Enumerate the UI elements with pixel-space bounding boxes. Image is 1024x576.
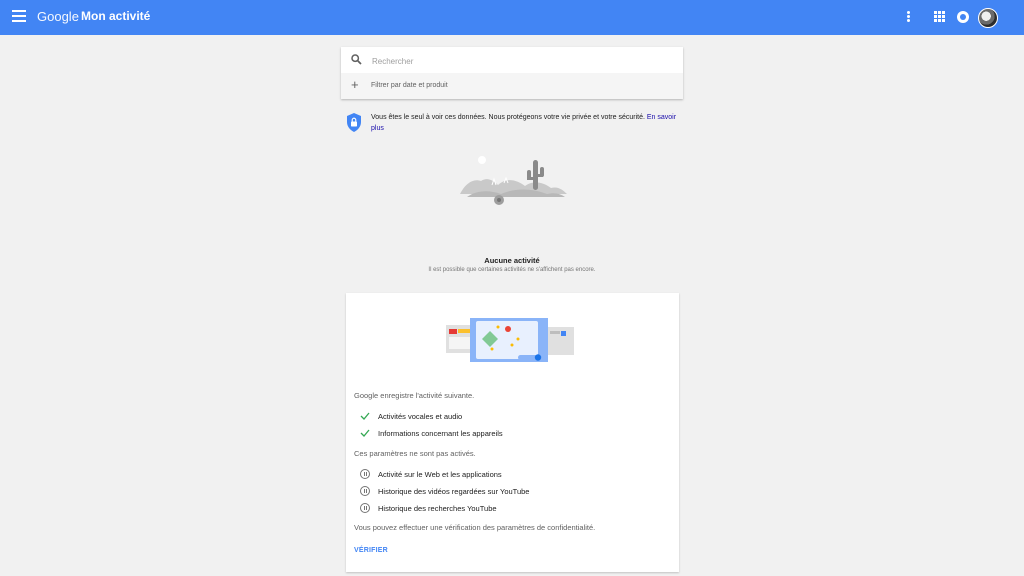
app-bar: Google Mon activité: [0, 0, 1024, 35]
pause-icon: [360, 486, 370, 496]
empty-state-subtitle: Il est possible que certaines activités …: [428, 267, 596, 273]
privacy-message: Vous êtes le seul à voir ces données. No…: [371, 114, 645, 121]
setting-label: Informations concernant les appareils: [378, 429, 503, 438]
add-icon: +: [351, 77, 359, 92]
empty-state-title: Aucune activité: [484, 256, 540, 265]
check-icon: [360, 412, 370, 420]
setting-label: Historique des vidéos regardées sur YouT…: [378, 487, 530, 496]
search-card: + Filtrer par date et produit: [341, 47, 683, 99]
disabled-setting-item: Historique des recherches YouTube: [354, 503, 674, 515]
desert-illustration: [460, 156, 567, 205]
verify-button[interactable]: VÉRIFIER: [354, 547, 388, 554]
google-logo[interactable]: Google: [37, 9, 79, 24]
menu-icon[interactable]: [12, 10, 26, 24]
privacy-text: Vous êtes le seul à voir ces données. No…: [371, 112, 683, 134]
activity-settings-card: Google enregistre l'activité suivante. A…: [346, 293, 679, 572]
pause-icon: [360, 503, 370, 513]
disabled-settings-intro: Ces paramètres ne sont pas activés.: [354, 449, 476, 458]
setting-label: Activités vocales et audio: [378, 412, 463, 421]
enabled-setting-item: Activités vocales et audio: [354, 411, 674, 423]
search-row: [341, 47, 683, 73]
filter-label: Filtrer par date et produit: [371, 82, 448, 89]
more-vert-icon[interactable]: [906, 11, 912, 25]
disabled-setting-item: Activité sur le Web et les applications: [354, 469, 674, 481]
notifications-icon[interactable]: [957, 11, 969, 23]
enabled-setting-item: Informations concernant les appareils: [354, 428, 674, 440]
filter-by-date-product[interactable]: + Filtrer par date et produit: [341, 73, 683, 99]
shield-lock-icon: [347, 113, 361, 132]
pause-icon: [360, 469, 370, 479]
page-title[interactable]: Mon activité: [81, 9, 150, 23]
activity-controls-illustration: [446, 318, 574, 362]
apps-icon[interactable]: [934, 11, 946, 23]
search-input[interactable]: [370, 52, 674, 70]
search-icon[interactable]: [351, 54, 362, 65]
setting-label: Activité sur le Web et les applications: [378, 470, 502, 479]
avatar[interactable]: [978, 8, 998, 28]
enabled-settings-intro: Google enregistre l'activité suivante.: [354, 391, 475, 400]
check-icon: [360, 429, 370, 437]
privacy-checkup-text: Vous pouvez effectuer une vérification d…: [354, 523, 596, 532]
setting-label: Historique des recherches YouTube: [378, 504, 497, 513]
disabled-setting-item: Historique des vidéos regardées sur YouT…: [354, 486, 674, 498]
